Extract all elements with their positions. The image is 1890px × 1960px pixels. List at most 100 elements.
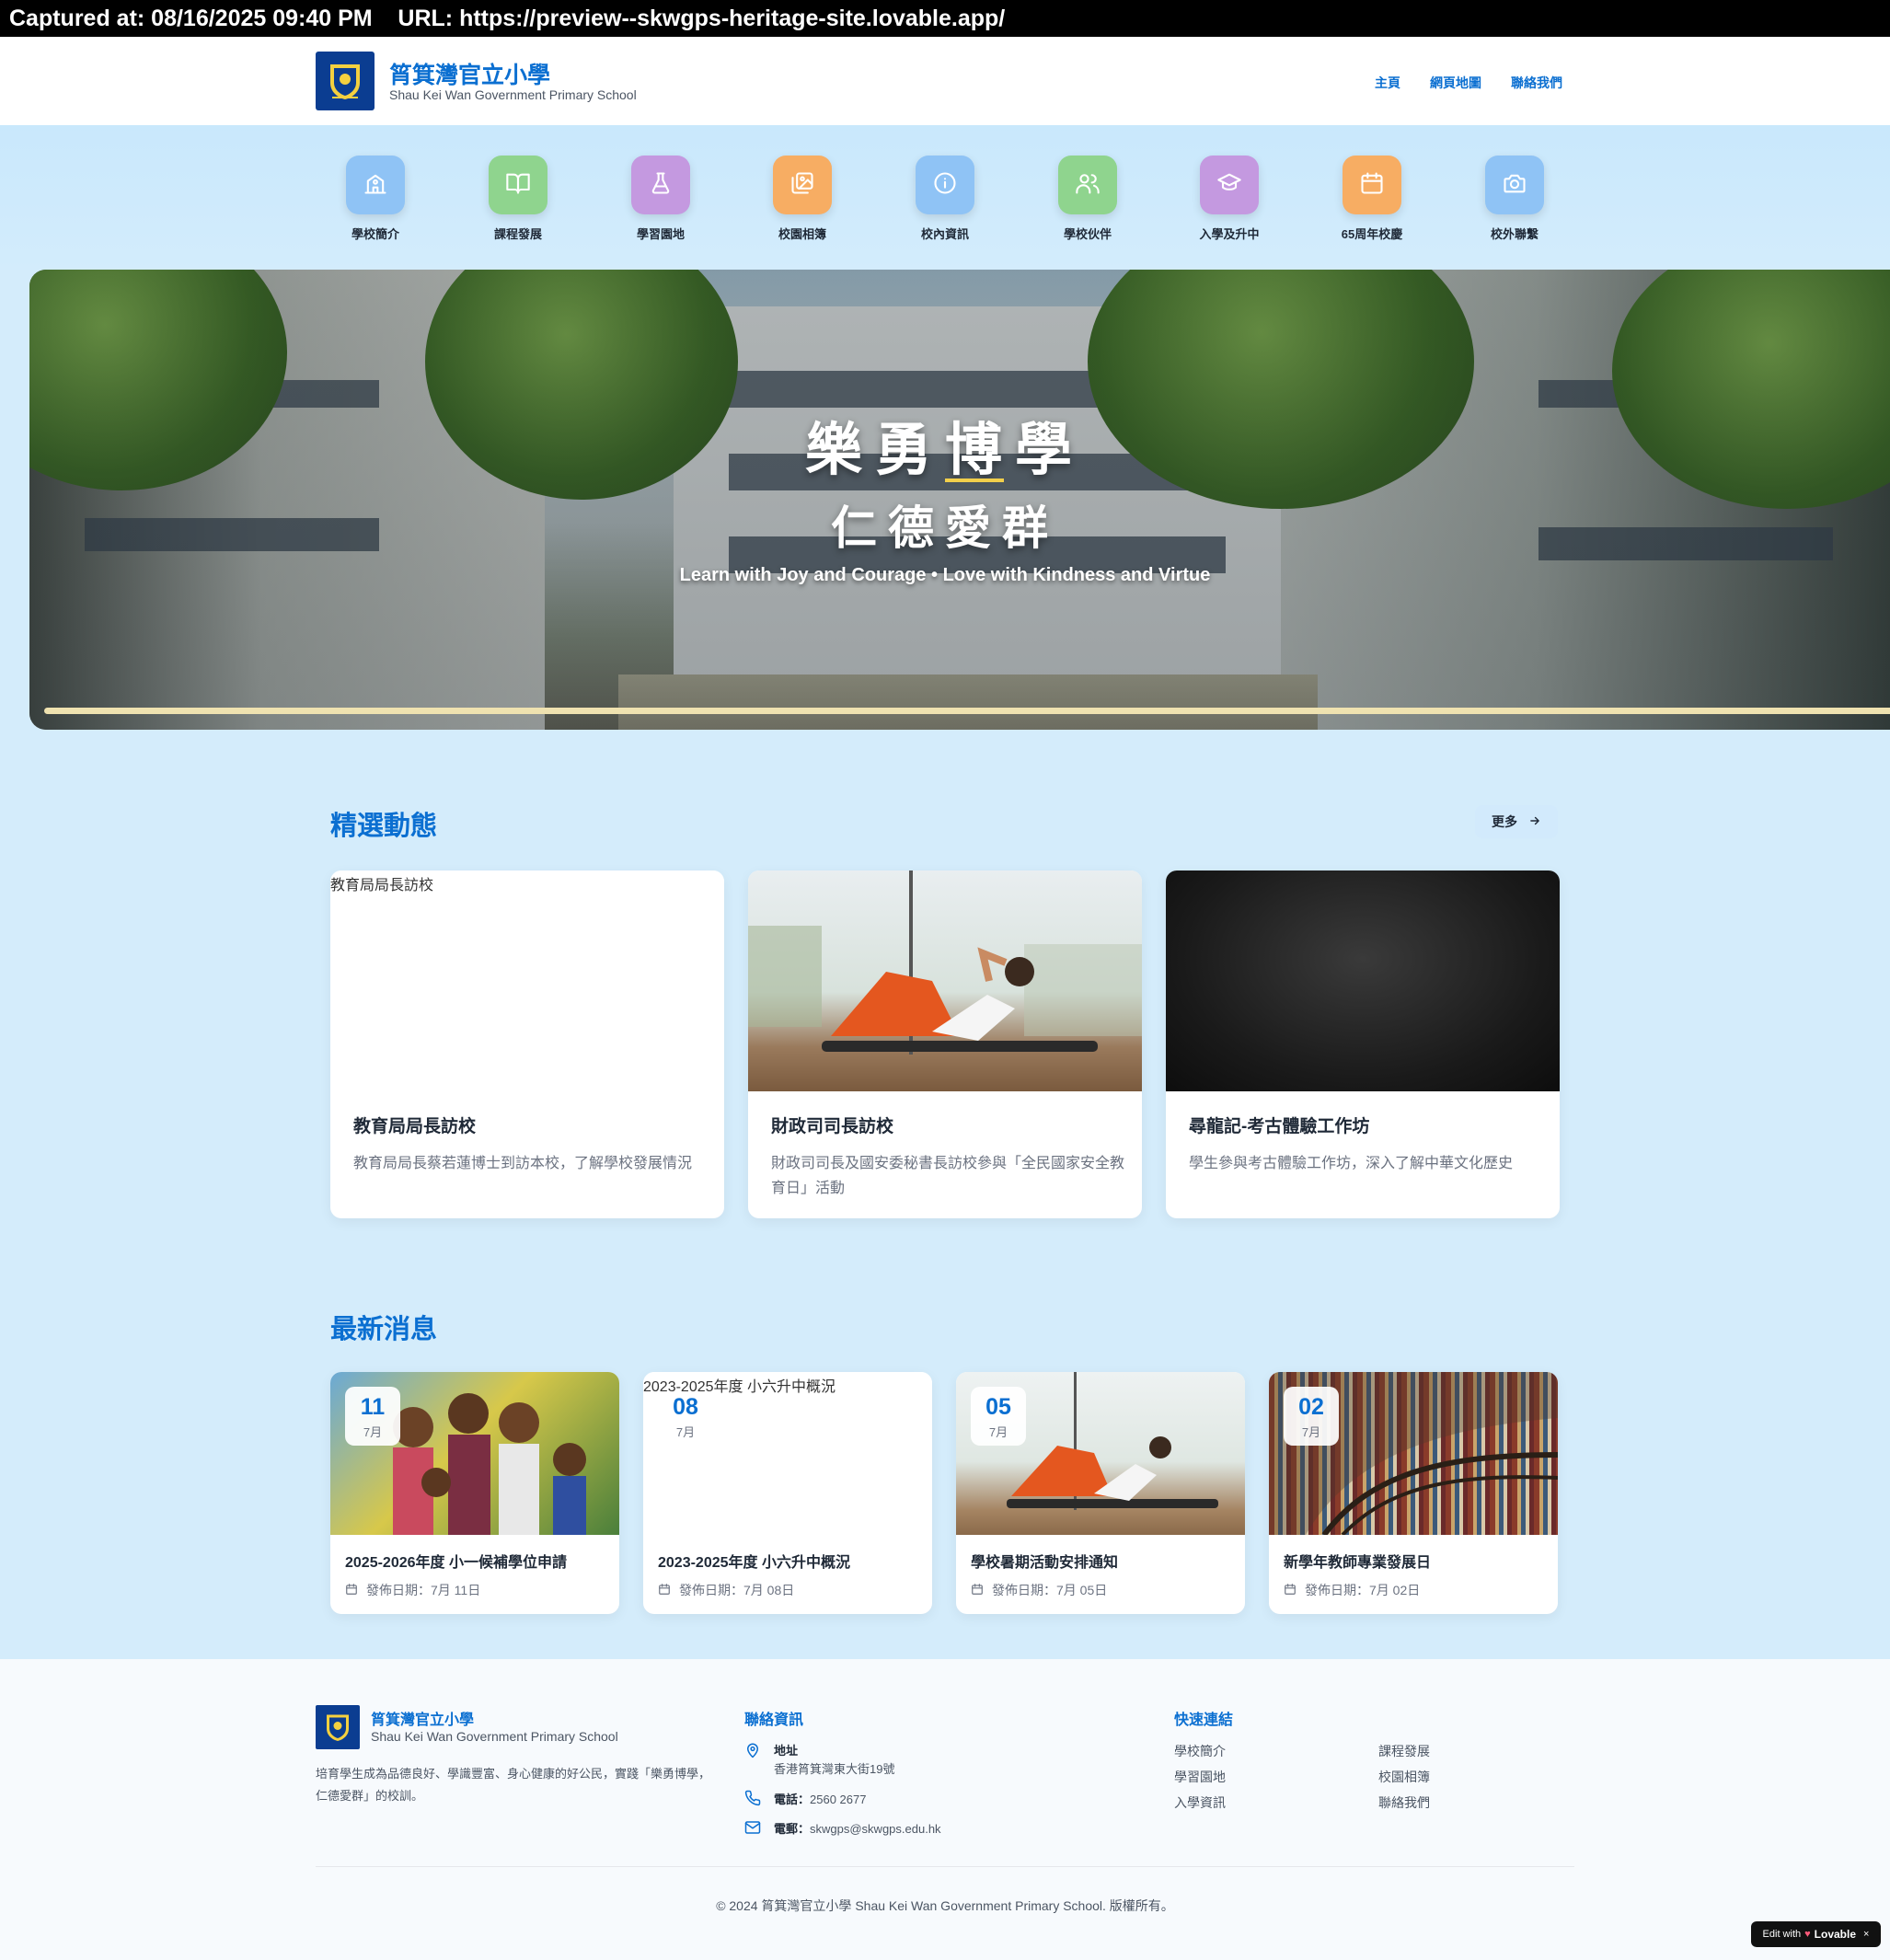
featured-card-image: 教育局局長訪校: [330, 870, 724, 1091]
footer-phone: 電話：2560 2677: [744, 1790, 866, 1809]
quick-link-external[interactable]: 校外聯繫: [1464, 156, 1565, 242]
footer-link-gallery[interactable]: 校園相簿: [1378, 1768, 1430, 1786]
calendar-icon: [345, 1583, 358, 1598]
badge-brand: Lovable: [1814, 1928, 1857, 1941]
news-date-value: 7月 08日: [743, 1583, 795, 1597]
quick-link-gallery[interactable]: 校園相簿: [752, 156, 853, 242]
address-value: 香港筲箕灣東大街19號: [774, 1762, 895, 1776]
quick-link-partners[interactable]: 學校伙伴: [1037, 156, 1138, 242]
quick-link-label: 課程發展: [493, 227, 542, 241]
footer-link-contact[interactable]: 聯絡我們: [1378, 1793, 1430, 1812]
quick-link-anniversary[interactable]: 65周年校慶: [1321, 156, 1423, 242]
footer-contact-title: 聯絡資訊: [744, 1712, 804, 1728]
featured-card-desc: 學生參與考古體驗工作坊，深入了解中華文化歷史: [1189, 1156, 1514, 1171]
news-card[interactable]: 11 7月 2025-2026年度 小一候補學位申請 發佈日期：7月 11日: [330, 1372, 619, 1614]
news-card[interactable]: 2023-2025年度 小六升中概況 08 7月 2023-2025年度 小六升…: [643, 1372, 932, 1614]
phone-label: 電話：: [774, 1793, 811, 1806]
school-name-zh[interactable]: 筲箕灣官立小學: [389, 57, 550, 90]
quick-links-bar: 學校簡介 課程發展 學習園地 校園相簿 校內資訊 學校伙伴 入學及升中 65周年…: [0, 125, 1890, 270]
nav-home-link[interactable]: 主頁: [1375, 74, 1400, 92]
graduation-cap-icon: [1216, 170, 1242, 201]
photo-gallery-icon: [789, 170, 815, 201]
site-header: 筲箕灣官立小學 Shau Kei Wan Government Primary …: [0, 37, 1890, 125]
mail-icon: [744, 1819, 761, 1839]
calendar-icon: [1284, 1583, 1296, 1598]
school-name-en: Shau Kei Wan Government Primary School: [389, 87, 637, 102]
footer-school-name-zh: 筲箕灣官立小學: [371, 1712, 475, 1728]
news-date-prefix: 發佈日期：: [992, 1583, 1056, 1597]
quick-link-label: 入學及升中: [1199, 227, 1260, 241]
quick-link-about[interactable]: 學校簡介: [325, 156, 426, 242]
news-date-value: 7月 02日: [1369, 1583, 1421, 1597]
site-footer: 筲箕灣官立小學 Shau Kei Wan Government Primary …: [0, 1659, 1890, 1960]
featured-card-desc: 財政司司長及國安委秘書長訪校參與「全民國家安全教育日」活動: [771, 1156, 1125, 1196]
quick-link-label: 學校伙伴: [1063, 227, 1112, 241]
news-date-prefix: 發佈日期：: [679, 1583, 743, 1597]
news-card-title: 2023-2025年度 小六升中概況: [658, 1555, 850, 1571]
news-card-title: 學校暑期活動安排通知: [971, 1555, 1119, 1571]
hero-subtitle: 仁德愛群: [831, 502, 1059, 554]
school-logo[interactable]: [316, 52, 375, 110]
featured-card-image: [1166, 870, 1560, 1091]
footer-description: 培育學生成為品德良好、學識豐富、身心健康的好公民，實踐「樂勇博學，仁德愛群」的校…: [316, 1767, 711, 1803]
calendar-icon: [1359, 170, 1385, 201]
hero-tagline: Learn with Joy and Courage • Love with K…: [679, 565, 1211, 585]
email-value[interactable]: skwgps@skwgps.edu.hk: [810, 1822, 941, 1836]
news-section-title: 最新消息: [330, 1315, 438, 1344]
featured-card-title: 財政司司長訪校: [771, 1117, 894, 1136]
news-card-date: 發佈日期：7月 02日: [1284, 1581, 1420, 1599]
news-date-badge: 05 7月: [971, 1387, 1026, 1446]
news-date-value: 7月 11日: [431, 1583, 481, 1597]
footer-school-name-en: Shau Kei Wan Government Primary School: [371, 1729, 618, 1744]
quick-link-label: 學習園地: [636, 227, 685, 241]
featured-card[interactable]: 財政司司長訪校 財政司司長及國安委秘書長訪校參與「全民國家安全教育日」活動: [748, 870, 1142, 1218]
news-date-month: 7月: [988, 1425, 1008, 1439]
featured-card[interactable]: 教育局局長訪校 教育局局長訪校 教育局局長蔡若蓮博士到訪本校，了解學校發展情況: [330, 870, 724, 1218]
map-pin-icon: [744, 1742, 761, 1779]
footer-link-curriculum[interactable]: 課程發展: [1378, 1742, 1430, 1760]
quick-link-label: 校外聯繫: [1490, 227, 1539, 241]
news-card-date: 發佈日期：7月 08日: [658, 1581, 794, 1599]
news-date-value: 7月 05日: [1056, 1583, 1108, 1597]
news-card[interactable]: 05 7月 學校暑期活動安排通知 發佈日期：7月 05日: [956, 1372, 1245, 1614]
news-card-title: 新學年教師專業發展日: [1284, 1555, 1432, 1571]
featured-card-title: 教育局局長訪校: [353, 1117, 477, 1136]
nav-sitemap-link[interactable]: 網頁地圖: [1430, 74, 1481, 92]
news-date-day: 02: [1298, 1394, 1324, 1420]
featured-card-desc: 教育局局長蔡若蓮博士到訪本校，了解學校發展情況: [353, 1156, 693, 1171]
quick-link-label: 65周年校慶: [1341, 227, 1403, 241]
footer-link-about[interactable]: 學校簡介: [1174, 1742, 1226, 1760]
hero-title: 樂勇博學: [804, 419, 1085, 482]
featured-card[interactable]: 尋龍記-考古體驗工作坊 學生參與考古體驗工作坊，深入了解中華文化歷史: [1166, 870, 1560, 1218]
news-date-month: 7月: [1301, 1425, 1321, 1439]
email-label: 電郵：: [774, 1822, 811, 1836]
nav-contact-link[interactable]: 聯絡我們: [1511, 74, 1562, 92]
news-date-month: 7月: [675, 1425, 696, 1439]
footer-link-learning[interactable]: 學習園地: [1174, 1768, 1226, 1786]
broken-image-alt: 教育局局長訪校: [330, 878, 434, 894]
edit-with-lovable-badge[interactable]: Edit with ♥ Lovable ×: [1751, 1921, 1881, 1947]
calendar-icon: [658, 1583, 671, 1598]
quick-link-learning[interactable]: 學習園地: [610, 156, 711, 242]
news-date-prefix: 發佈日期：: [1305, 1583, 1369, 1597]
news-date-day: 08: [673, 1394, 698, 1420]
news-date-month: 7月: [363, 1425, 383, 1439]
school-building-icon: [363, 170, 388, 201]
quick-link-admission[interactable]: 入學及升中: [1179, 156, 1280, 242]
close-icon[interactable]: ×: [1863, 1929, 1869, 1940]
footer-school-logo: [316, 1705, 360, 1749]
quick-link-curriculum[interactable]: 課程發展: [467, 156, 569, 242]
capture-bar: Captured at: 08/16/2025 09:40 PM URL: ht…: [0, 0, 1890, 37]
featured-more-button[interactable]: 更多: [1475, 805, 1558, 838]
footer-link-admission[interactable]: 入學資訊: [1174, 1793, 1226, 1812]
quick-link-info[interactable]: 校內資訊: [894, 156, 996, 242]
hero-title-rule: [945, 478, 1004, 482]
news-date-day: 05: [985, 1394, 1011, 1420]
heart-icon: ♥: [1804, 1929, 1811, 1940]
news-date-badge: 02 7月: [1284, 1387, 1339, 1446]
phone-value[interactable]: 2560 2677: [810, 1793, 866, 1806]
address-label: 地址: [774, 1744, 799, 1758]
more-button-label: 更多: [1492, 814, 1517, 829]
news-card[interactable]: 02 7月 新學年教師專業發展日 發佈日期：7月 02日: [1269, 1372, 1558, 1614]
footer-copyright: © 2024 筲箕灣官立小學 Shau Kei Wan Government P…: [716, 1898, 1174, 1913]
